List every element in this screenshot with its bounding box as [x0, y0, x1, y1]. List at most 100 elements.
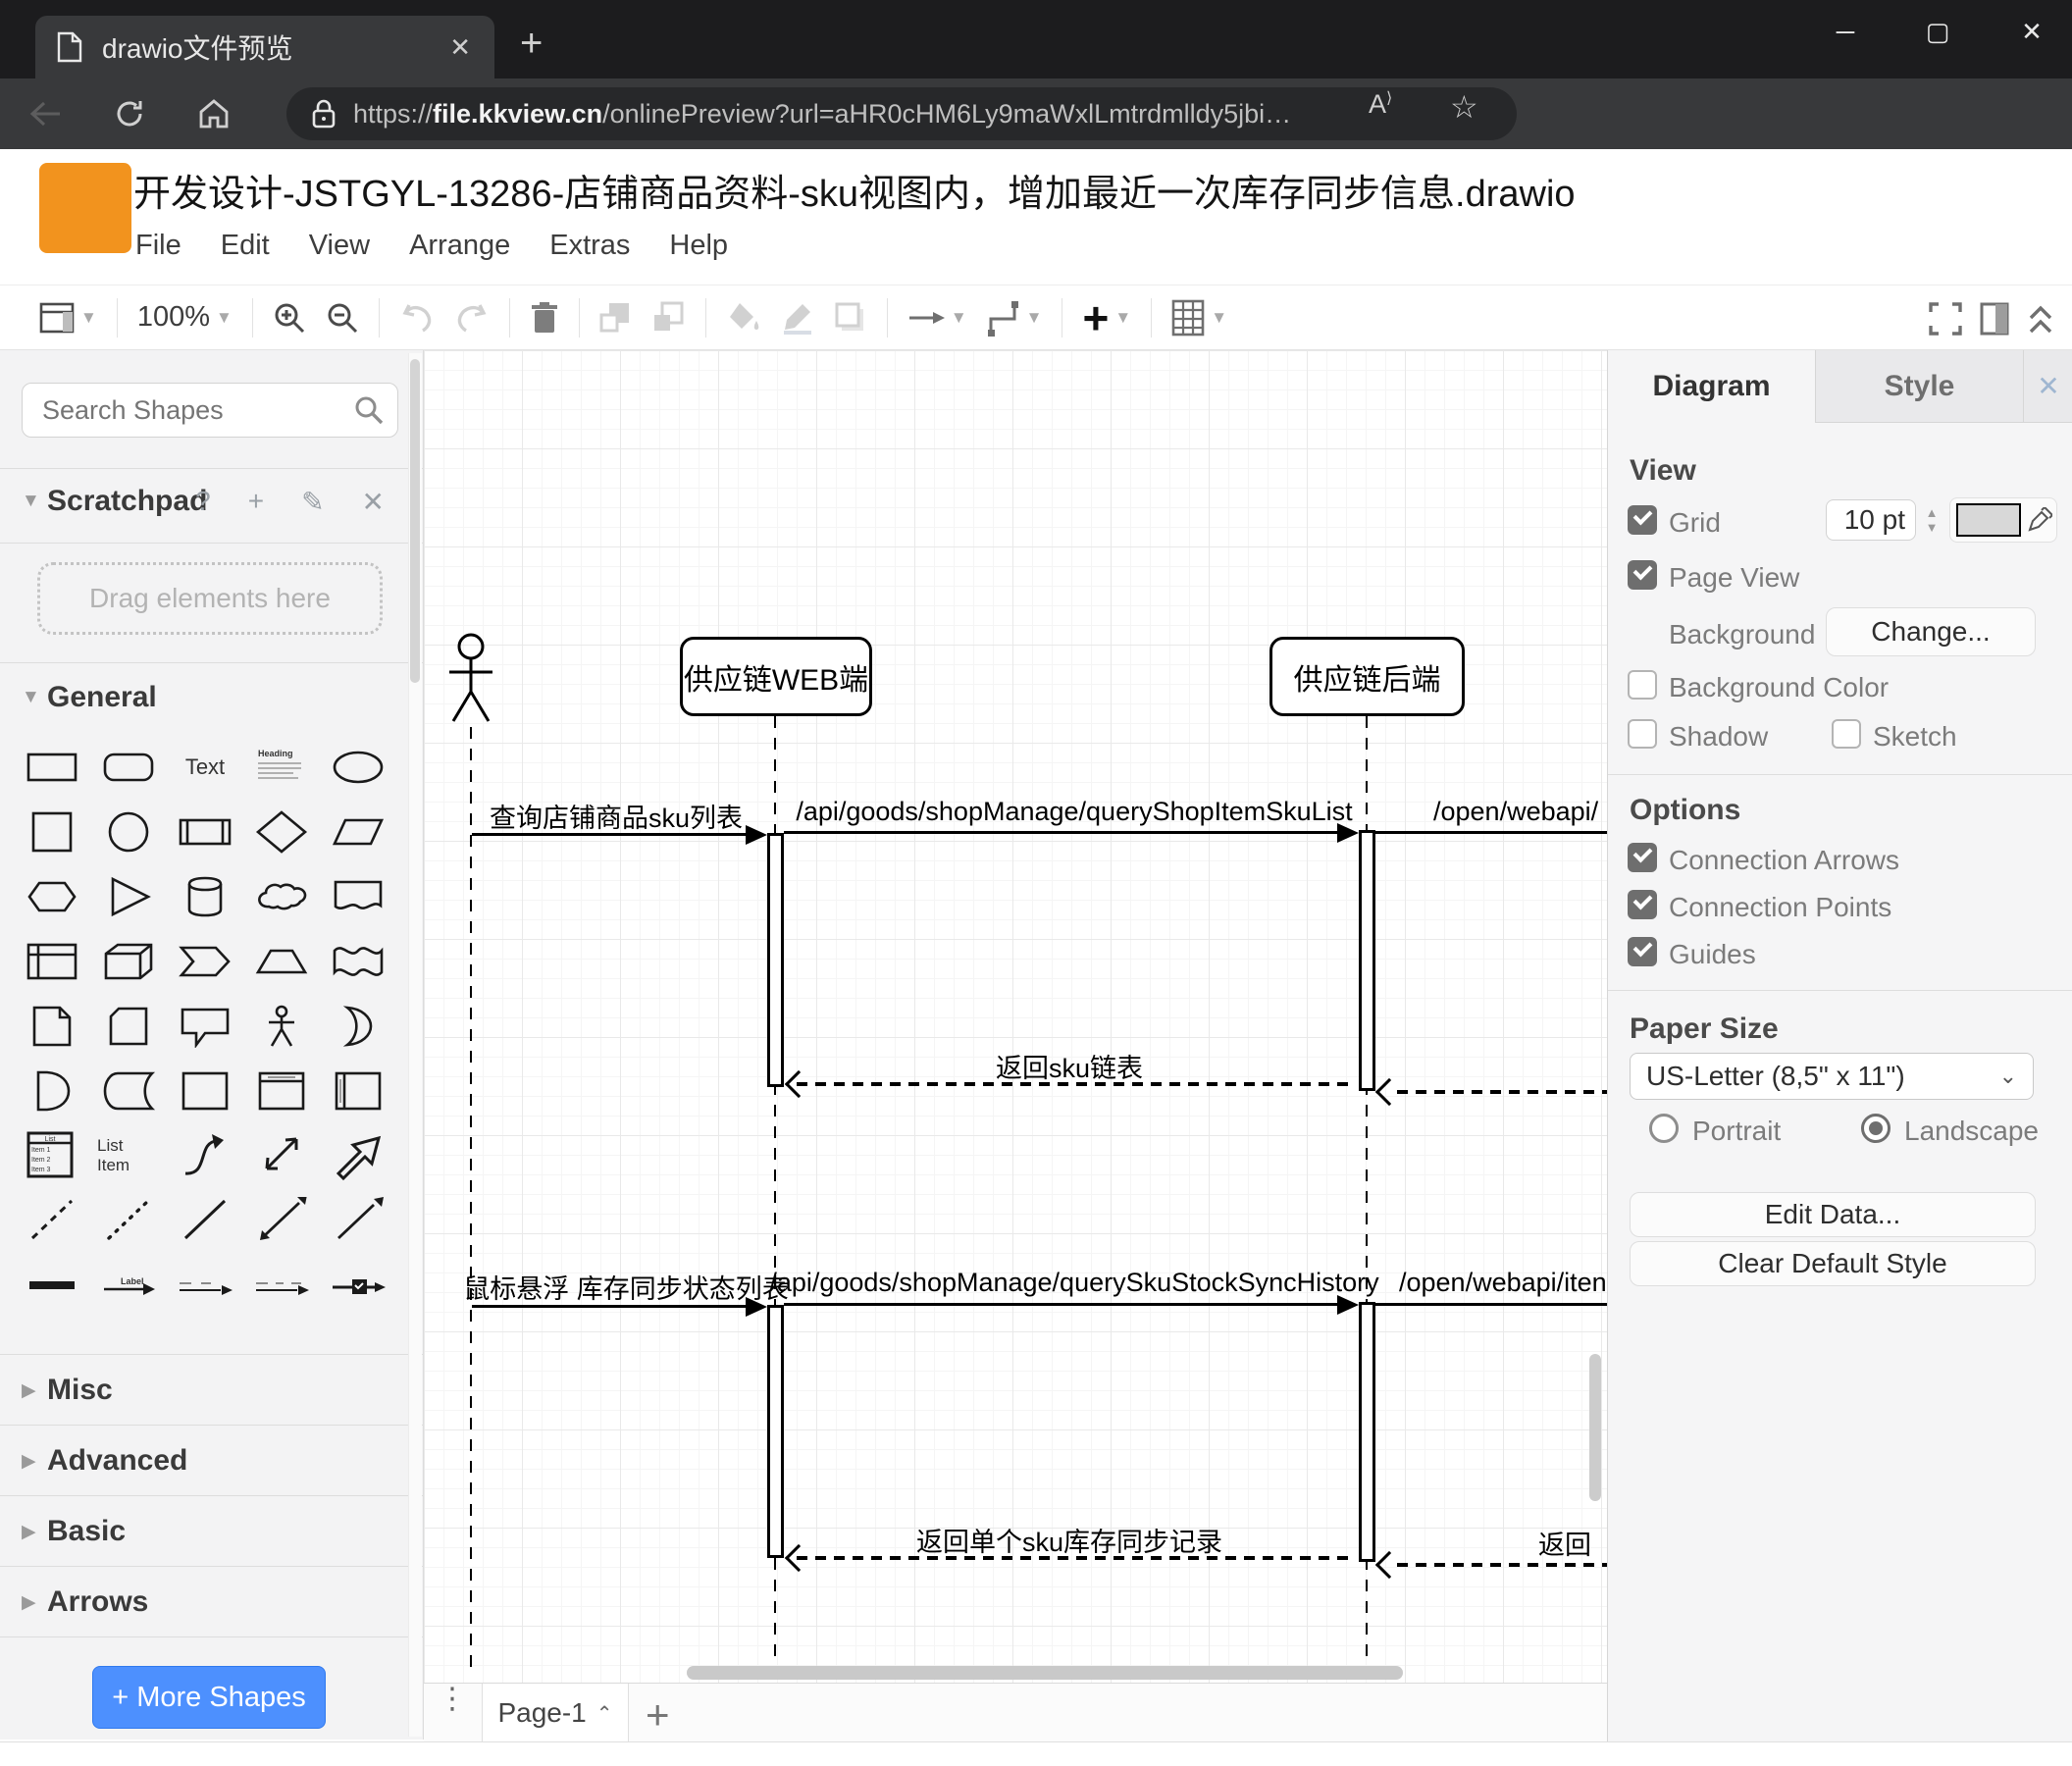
shape-rectangle[interactable] — [21, 742, 83, 793]
message-line[interactable] — [1375, 831, 1607, 834]
menu-help[interactable]: Help — [669, 230, 728, 262]
general-section-header[interactable]: ▼ General — [0, 670, 424, 725]
grid-color-control[interactable] — [1949, 497, 2057, 543]
browser-tab[interactable]: drawio文件预览 ✕ — [35, 16, 494, 78]
paper-size-select[interactable]: US-Letter (8,5" x 11") ⌄ — [1630, 1053, 2034, 1100]
to-back-icon[interactable] — [643, 295, 696, 340]
connection-style-button[interactable]: ▼ — [898, 295, 977, 340]
message-label[interactable]: 查询店铺商品sku列表 — [490, 797, 743, 835]
basic-section-header[interactable]: ▶ Basic — [0, 1504, 424, 1559]
to-front-icon[interactable] — [590, 295, 643, 340]
message-label[interactable]: /open/webapi/iten — [1399, 1268, 1607, 1298]
shape-vertical-container[interactable] — [250, 1065, 313, 1117]
canvas-vertical-scrollbar[interactable] — [1589, 1354, 1601, 1501]
shadow-icon[interactable] — [824, 295, 877, 340]
advanced-section-header[interactable]: ▶ Advanced — [0, 1433, 424, 1488]
grid-color-swatch[interactable] — [1956, 503, 2021, 537]
background-change-button[interactable]: Change... — [1826, 607, 2036, 656]
return-line[interactable] — [1397, 1090, 1607, 1094]
url-bar[interactable]: https://file.kkview.cn/onlinePreview?url… — [286, 87, 1517, 140]
clear-default-style-button[interactable]: Clear Default Style — [1630, 1241, 2036, 1286]
shape-process[interactable] — [174, 806, 236, 857]
shape-note[interactable] — [21, 1001, 83, 1052]
back-icon[interactable] — [16, 99, 75, 129]
return-line[interactable] — [1397, 1563, 1607, 1567]
edit-data-button[interactable]: Edit Data... — [1630, 1192, 2036, 1237]
actor-shape[interactable] — [440, 633, 502, 723]
table-button[interactable]: ▼ — [1162, 295, 1237, 340]
shape-or[interactable] — [327, 1001, 389, 1052]
window-maximize-button[interactable]: ▢ — [1907, 0, 1968, 63]
shape-step[interactable] — [174, 936, 236, 987]
connection-arrows-checkbox[interactable] — [1628, 843, 1657, 872]
canvas-horizontal-scrollbar[interactable] — [687, 1666, 1403, 1680]
eyedropper-icon[interactable] — [2027, 507, 2052, 533]
grid-size-input[interactable] — [1826, 499, 1916, 541]
undo-icon[interactable] — [389, 295, 444, 340]
more-shapes-button[interactable]: + More Shapes — [92, 1666, 326, 1729]
menu-extras[interactable]: Extras — [549, 230, 630, 262]
message-line[interactable] — [1375, 1303, 1607, 1306]
shape-list[interactable]: List Item 1 Item 2 Item 3 — [21, 1130, 83, 1181]
shape-horizontal-container[interactable] — [327, 1065, 389, 1117]
shape-card[interactable] — [97, 1001, 160, 1052]
page-view-checkbox[interactable] — [1628, 560, 1657, 590]
activation-bar-web[interactable] — [767, 833, 784, 1087]
favorite-star-icon[interactable]: ☆ — [1450, 88, 1478, 126]
menu-file[interactable]: File — [135, 230, 181, 262]
scratchpad-section[interactable]: ▼ Scratchpad ? + ✎ ✕ — [0, 474, 424, 529]
sidebar-scrollbar[interactable] — [408, 353, 422, 1737]
tab-diagram[interactable]: Diagram — [1608, 350, 1816, 423]
shape-dotted-line[interactable] — [97, 1195, 160, 1246]
shape-list-item[interactable]: List Item — [97, 1130, 160, 1181]
pages-menu-icon[interactable]: ⋮ — [438, 1685, 467, 1714]
zoom-level-dropdown[interactable]: 100% ▼ — [128, 295, 242, 340]
shape-double-arrow[interactable] — [250, 1195, 313, 1246]
format-panel-toggle-icon[interactable] — [1980, 302, 2009, 336]
guides-checkbox[interactable] — [1628, 937, 1657, 966]
shape-document[interactable] — [327, 871, 389, 922]
shape-actor[interactable] — [250, 1001, 313, 1052]
window-minimize-button[interactable]: ─ — [1815, 0, 1876, 63]
shape-ellipse[interactable] — [327, 742, 389, 793]
shape-bidirectional-arrow[interactable] — [250, 1130, 313, 1181]
shape-circle[interactable] — [97, 806, 160, 857]
search-shapes-input[interactable] — [22, 383, 398, 438]
return-line[interactable] — [797, 1556, 1356, 1560]
shape-callout[interactable] — [174, 1001, 236, 1052]
shape-arrow[interactable] — [327, 1195, 389, 1246]
participant-backend[interactable]: 供应链后端 — [1269, 637, 1465, 716]
shape-dependency-arrow-2[interactable] — [250, 1260, 313, 1311]
background-color-checkbox[interactable] — [1628, 670, 1657, 700]
tab-close-icon[interactable]: ✕ — [449, 32, 471, 63]
shape-dependency-arrow[interactable] — [174, 1260, 236, 1311]
message-label[interactable]: /open/webapi/ — [1433, 797, 1598, 827]
shape-text[interactable]: Text — [174, 742, 236, 793]
message-label[interactable]: 鼠标悬浮 库存同步状态列表 — [463, 1268, 789, 1306]
view-layout-button[interactable]: ▼ — [29, 295, 107, 340]
read-aloud-icon[interactable]: A⟩ — [1369, 88, 1392, 120]
menu-edit[interactable]: Edit — [221, 230, 270, 262]
shape-triangle[interactable] — [97, 871, 160, 922]
return-label[interactable]: 返回 — [1538, 1524, 1591, 1562]
collapse-toolbar-icon[interactable] — [2027, 302, 2054, 336]
refresh-icon[interactable] — [100, 98, 159, 130]
diagram-canvas[interactable]: 供应链WEB端 供应链后端 查询店铺商品sku列表 /api/goods/sho… — [424, 350, 1607, 1683]
shape-arrow-outline[interactable] — [327, 1130, 389, 1181]
message-line[interactable] — [472, 833, 748, 836]
participant-web[interactable]: 供应链WEB端 — [680, 637, 872, 716]
shape-cylinder[interactable] — [174, 871, 236, 922]
activation-bar-backend[interactable] — [1359, 830, 1375, 1091]
shape-container[interactable] — [174, 1065, 236, 1117]
page-tab[interactable]: Page-1 ⌃ — [482, 1684, 629, 1742]
menu-arrange[interactable]: Arrange — [409, 230, 510, 262]
connection-points-checkbox[interactable] — [1628, 890, 1657, 919]
window-close-button[interactable]: ✕ — [2001, 0, 2062, 63]
search-icon[interactable] — [353, 394, 385, 426]
shape-rounded-rectangle[interactable] — [97, 742, 160, 793]
shape-square[interactable] — [21, 806, 83, 857]
redo-icon[interactable] — [444, 295, 499, 340]
menu-view[interactable]: View — [309, 230, 370, 262]
tab-style[interactable]: Style — [1816, 350, 2024, 423]
lock-icon[interactable] — [312, 99, 336, 129]
